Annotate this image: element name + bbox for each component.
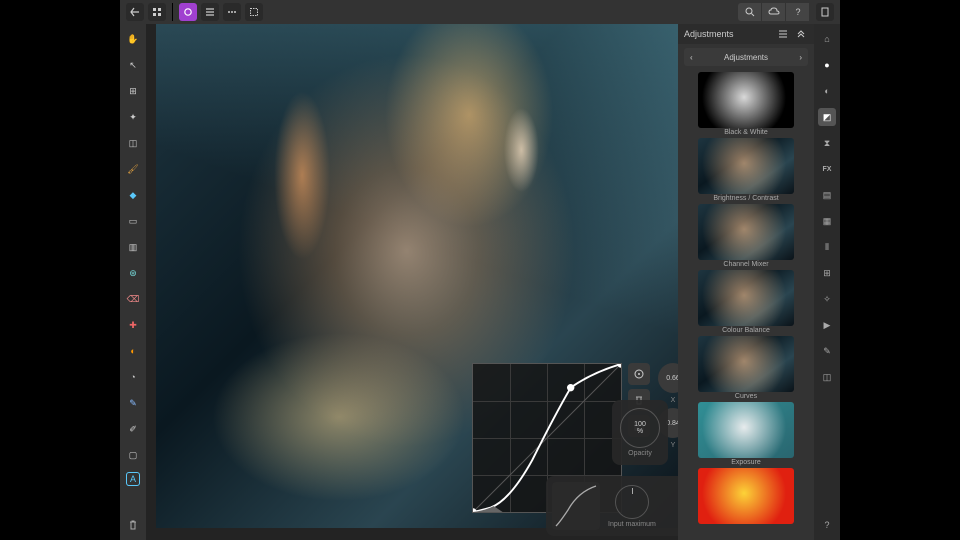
- layers-icon[interactable]: ▤: [818, 186, 836, 204]
- opacity-knob[interactable]: 100 %: [620, 408, 660, 448]
- grid-icon[interactable]: [148, 3, 166, 21]
- home-icon[interactable]: ⌂: [818, 30, 836, 48]
- opacity-panel[interactable]: 100 % Opacity: [612, 400, 668, 465]
- top-toolbar: ?: [120, 0, 840, 24]
- eraser-icon[interactable]: ⌫: [124, 290, 142, 308]
- context-toolbar: ?: [738, 3, 834, 21]
- persona-photo-icon[interactable]: [179, 3, 197, 21]
- adjustment-item[interactable]: Curves: [684, 336, 808, 400]
- shape-icon[interactable]: ▢: [124, 446, 142, 464]
- opacity-label: Opacity: [628, 450, 652, 457]
- navigator-icon[interactable]: ✧: [818, 290, 836, 308]
- pen-icon[interactable]: ✎: [124, 394, 142, 412]
- hand-icon[interactable]: ✋: [124, 30, 142, 48]
- adjustment-item[interactable]: Brightness / Contrast: [684, 138, 808, 202]
- adjustment-item[interactable]: Exposure: [684, 402, 808, 466]
- assets-icon[interactable]: ◫: [818, 368, 836, 386]
- arrow-icon[interactable]: ↖: [124, 56, 142, 74]
- canvas-viewport[interactable]: 0.66 X 0.84 Y 100 % Opacity: [146, 24, 678, 540]
- curves-y-label: Y: [671, 442, 676, 449]
- chevron-right-icon[interactable]: ›: [799, 53, 802, 62]
- adjustment-inline-panel[interactable]: Input maximum: [546, 476, 678, 536]
- stock-icon[interactable]: ✎: [818, 342, 836, 360]
- adjustments-panel: Adjustments ‹ Adjustments › Black & Whit…: [678, 24, 814, 540]
- left-black-margin: [0, 0, 120, 540]
- clone-icon[interactable]: ⊛: [124, 264, 142, 282]
- right-studio-icons: ⌂ ● ◐ ◩ ⧗ FX ▤ ▦ ⫴ ⊞ ✧ ▶ ✎ ◫ ?: [814, 24, 840, 540]
- heal-icon[interactable]: ✚: [124, 316, 142, 334]
- histogram-icon[interactable]: ⫴: [818, 238, 836, 256]
- panel-menu-icon[interactable]: [776, 27, 790, 41]
- back-icon[interactable]: [126, 3, 144, 21]
- view-icon[interactable]: ⊞: [124, 82, 142, 100]
- svg-text:?: ?: [795, 7, 800, 17]
- curves-picker-icon[interactable]: [628, 363, 650, 385]
- adjustments-icon[interactable]: ◩: [818, 108, 836, 126]
- adjustment-item[interactable]: Black & White: [684, 72, 808, 136]
- brush-icon[interactable]: 🖌: [124, 160, 142, 178]
- color-panel-icon[interactable]: ◐: [818, 82, 836, 100]
- adjustment-item[interactable]: [684, 468, 808, 524]
- adjustments-list[interactable]: Black & White Brightness / Contrast Chan…: [678, 70, 814, 540]
- picker-icon[interactable]: ✐: [124, 420, 142, 438]
- cloud-icon[interactable]: [762, 3, 786, 21]
- panel-expand-icon[interactable]: [794, 27, 808, 41]
- opacity-unit: %: [637, 428, 643, 435]
- color-icon[interactable]: ◆: [124, 186, 142, 204]
- dodge-icon[interactable]: ◐: [124, 342, 142, 360]
- transform-icon[interactable]: ⊞: [818, 264, 836, 282]
- adjustment-item[interactable]: Colour Balance: [684, 270, 808, 334]
- adjustments-title: Adjustments: [684, 29, 734, 39]
- gradient-icon[interactable]: ▥: [124, 238, 142, 256]
- blur-icon[interactable]: ◔: [124, 368, 142, 386]
- wand-icon[interactable]: ✦: [124, 108, 142, 126]
- history-icon[interactable]: ⧗: [818, 134, 836, 152]
- adjustments-header: Adjustments: [678, 24, 814, 44]
- channels-icon[interactable]: ▦: [818, 212, 836, 230]
- text-style-icon[interactable]: ▶: [818, 316, 836, 334]
- trash-icon[interactable]: [124, 516, 142, 534]
- mini-curve-preview[interactable]: [552, 482, 600, 530]
- editor-window: ? ✋ ↖ ⊞ ✦ ◫ 🖌 ◆ ▭ ▥ ⊛ ⌫ ✚ ◐ ◔ ✎: [120, 0, 840, 540]
- adjustments-category[interactable]: ‹ Adjustments ›: [684, 48, 808, 66]
- swatches-icon[interactable]: ●: [818, 56, 836, 74]
- document-icon[interactable]: [816, 3, 834, 21]
- left-tools: ✋ ↖ ⊞ ✦ ◫ 🖌 ◆ ▭ ▥ ⊛ ⌫ ✚ ◐ ◔ ✎ ✐ ▢ A: [120, 24, 146, 540]
- input-maximum-knob[interactable]: Input maximum: [608, 485, 656, 528]
- help-icon[interactable]: ?: [786, 3, 810, 21]
- text-icon[interactable]: A: [126, 472, 140, 486]
- input-maximum-label: Input maximum: [608, 521, 656, 528]
- crop-icon[interactable]: ◫: [124, 134, 142, 152]
- curves-x-text: 0.66: [666, 375, 678, 382]
- chevron-left-icon[interactable]: ‹: [690, 53, 693, 62]
- opacity-value: 100: [634, 421, 646, 428]
- right-black-margin: [840, 0, 960, 540]
- help-bottom-icon[interactable]: ?: [818, 516, 836, 534]
- adjustment-item[interactable]: Channel Mixer: [684, 204, 808, 268]
- curves-x-label: X: [671, 397, 676, 404]
- marquee-icon[interactable]: ▭: [124, 212, 142, 230]
- selection-icon[interactable]: [245, 3, 263, 21]
- fx-icon[interactable]: FX: [818, 160, 836, 178]
- adjustments-category-label: Adjustments: [724, 53, 768, 62]
- menu-icon[interactable]: [201, 3, 219, 21]
- zoom-icon[interactable]: [738, 3, 762, 21]
- more-icon[interactable]: [223, 3, 241, 21]
- curves-x-value[interactable]: 0.66: [658, 363, 678, 393]
